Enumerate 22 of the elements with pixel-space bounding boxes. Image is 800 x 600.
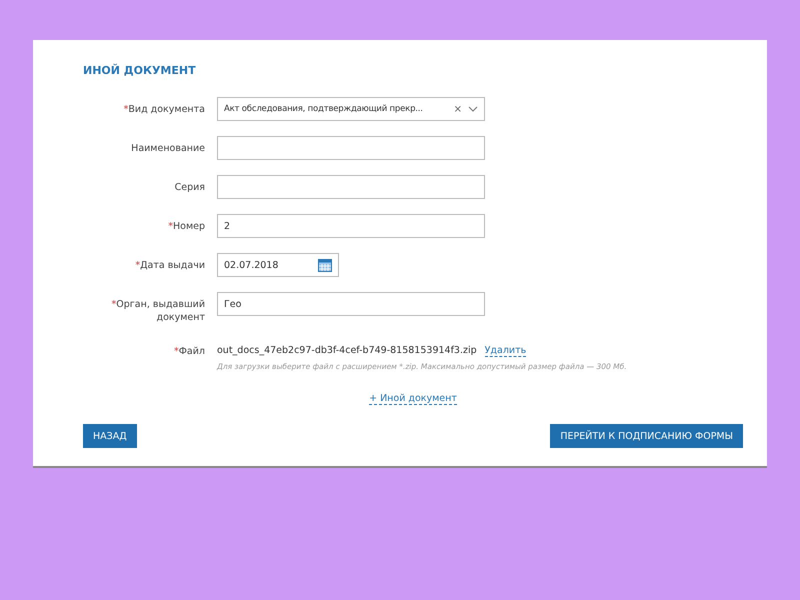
- input-field[interactable]: [217, 136, 485, 160]
- field-label: *Орган, выдавший документ: [110, 298, 205, 324]
- field-label: Наименование: [130, 142, 205, 155]
- input-field[interactable]: [217, 175, 485, 199]
- field-label: *Номер: [167, 220, 205, 233]
- input-field[interactable]: 2: [217, 214, 485, 238]
- field-label: *Дата выдачи: [134, 259, 205, 272]
- field-label: *Файл: [173, 345, 205, 359]
- back-button[interactable]: НАЗАД: [83, 424, 137, 448]
- delete-link[interactable]: Удалить: [484, 345, 526, 357]
- field-label: *Вид документа: [122, 103, 205, 116]
- document-type-select[interactable]: Акт обследования, подтверждающий прекр... ×: [217, 97, 485, 121]
- field-label: Серия: [174, 181, 205, 194]
- submit-button[interactable]: ПЕРЕЙТИ К ПОДПИСАНИЮ ФОРМЫ: [550, 424, 743, 448]
- add-document-link[interactable]: + Иной документ: [369, 393, 457, 405]
- chevron-down-icon: [468, 106, 478, 112]
- calendar-icon[interactable]: [318, 258, 332, 272]
- clear-icon[interactable]: ×: [454, 104, 462, 114]
- section-title: ИНОЙ ДОКУМЕНТ: [83, 64, 197, 77]
- file-name: out_docs_47eb2c97-db3f-4cef-b749-8158153914f3.zip: [217, 345, 477, 357]
- input-field[interactable]: Гео: [217, 292, 485, 316]
- date-field[interactable]: 02.07.2018: [217, 253, 339, 277]
